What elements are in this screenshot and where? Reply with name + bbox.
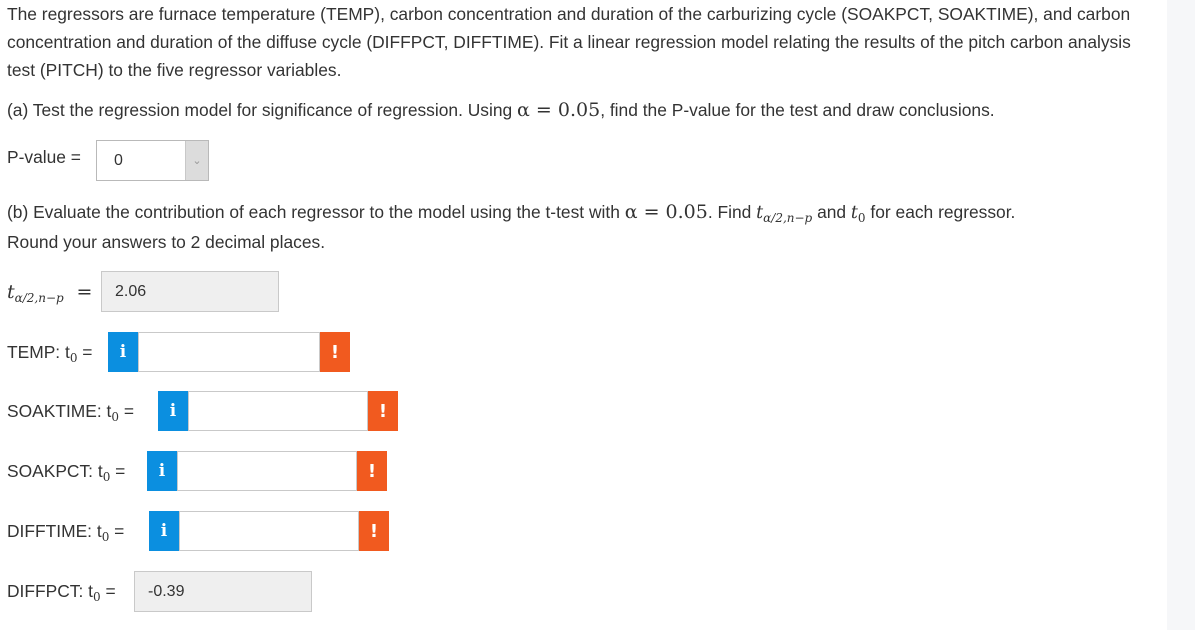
part-b-tcrit-subscript: α/2,n−p — [763, 211, 813, 225]
problem-intro: The regressors are furnace temperature (… — [7, 4, 1131, 80]
part-b-text-after: for each regressor. — [865, 202, 1016, 222]
soaktime-label-eq: = — [119, 401, 135, 421]
soaktime-warning-icon[interactable]: ! — [368, 391, 398, 431]
pvalue-select[interactable]: 0 ⌄ — [96, 140, 209, 181]
soakpct-label-text: SOAKPCT: t — [7, 461, 103, 481]
difftime-label: DIFFTIME: t0 = — [7, 521, 124, 544]
diffpct-label-text: DIFFPCT: t — [7, 581, 93, 601]
soakpct-t0-input[interactable] — [177, 451, 357, 491]
tcrit-label: tα/2,n−p = — [7, 281, 92, 305]
pvalue-label: P-value = — [7, 147, 81, 167]
tcrit-equals: = — [76, 281, 93, 303]
part-b-t0-subscript: 0 — [857, 211, 866, 225]
difftime-info-icon[interactable]: i — [149, 511, 179, 551]
part-a-text-before: (a) Test the regression model for signif… — [7, 100, 518, 120]
temp-label-text: TEMP: t — [7, 342, 70, 362]
difftime-t0-input[interactable] — [179, 511, 359, 551]
chevron-down-icon[interactable]: ⌄ — [185, 141, 208, 180]
round-note: Round your answers to 2 decimal places. — [7, 232, 326, 252]
soakpct-warning-icon[interactable]: ! — [357, 451, 387, 491]
pvalue-selected-value: 0 — [114, 151, 123, 169]
soaktime-t0-input[interactable] — [188, 391, 368, 431]
soakpct-label: SOAKPCT: t0 = — [7, 461, 125, 484]
temp-info-icon[interactable]: i — [108, 332, 138, 372]
tcrit-answer-box: 2.06 — [101, 271, 279, 312]
part-b-t0-symbol: t — [850, 203, 858, 223]
difftime-warning-icon[interactable]: ! — [359, 511, 389, 551]
tcrit-subscript: α/2,n−p — [14, 291, 64, 305]
temp-label-eq: = — [77, 342, 93, 362]
diffpct-answer-box: -0.39 — [134, 571, 312, 612]
diffpct-label-eq: = — [100, 581, 116, 601]
part-a-question: (a) Test the regression model for signif… — [7, 96, 1157, 124]
soakpct-label-eq: = — [110, 461, 126, 481]
part-b-text-and: and — [812, 202, 851, 222]
temp-t0-input[interactable] — [138, 332, 320, 372]
part-b-alpha: α = 0.05 — [624, 201, 708, 223]
right-scroll-gutter — [1167, 0, 1195, 630]
difftime-label-eq: = — [109, 521, 125, 541]
tcrit-symbol: t — [7, 281, 15, 303]
temp-label: TEMP: t0 = — [7, 342, 92, 365]
soaktime-label-text: SOAKTIME: t — [7, 401, 112, 421]
temp-warning-icon[interactable]: ! — [320, 332, 350, 372]
difftime-label-text: DIFFTIME: t — [7, 521, 102, 541]
diffpct-label-sub: 0 — [92, 590, 101, 604]
soaktime-info-icon[interactable]: i — [158, 391, 188, 431]
part-a-text-after: , find the P-value for the test and draw… — [600, 100, 995, 120]
soaktime-label-sub: 0 — [111, 410, 120, 424]
soakpct-info-icon[interactable]: i — [147, 451, 177, 491]
part-b-question: (b) Evaluate the contribution of each re… — [7, 198, 1157, 232]
part-b-text-mid: . Find — [707, 202, 757, 222]
part-b-text-before: (b) Evaluate the contribution of each re… — [7, 202, 625, 222]
diffpct-label: DIFFPCT: t0 = — [7, 581, 116, 604]
soaktime-label: SOAKTIME: t0 = — [7, 401, 134, 424]
part-a-alpha: α = 0.05 — [517, 99, 601, 121]
